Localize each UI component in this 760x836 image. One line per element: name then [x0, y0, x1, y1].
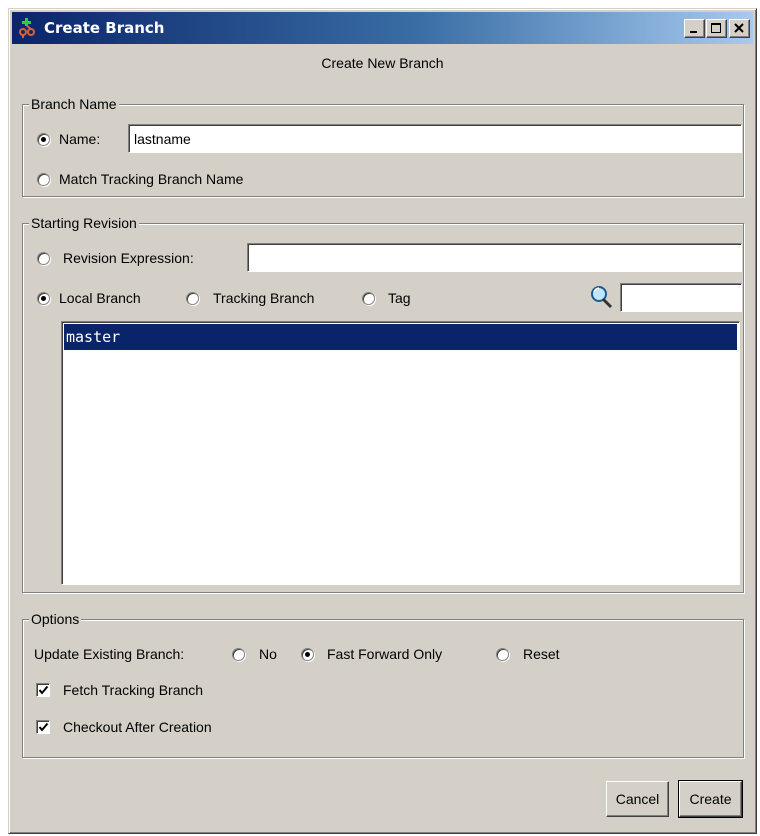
- maximize-icon: [711, 23, 721, 33]
- minimize-icon: [690, 31, 697, 33]
- starting-revision-legend: Starting Revision: [29, 215, 139, 231]
- dialog-heading: Create New Branch: [321, 55, 444, 71]
- options-group: Options Update Existing Branch: No Fast …: [22, 611, 744, 758]
- match-tracking-radio[interactable]: [37, 173, 50, 186]
- window-title: Create Branch: [44, 19, 165, 37]
- cancel-button[interactable]: Cancel: [606, 781, 669, 817]
- name-input[interactable]: [128, 124, 742, 153]
- close-icon: [734, 23, 744, 33]
- minimize-button[interactable]: [684, 19, 705, 38]
- tag-label: Tag: [388, 290, 411, 306]
- local-branch-radio[interactable]: [37, 292, 50, 305]
- name-radio[interactable]: [37, 133, 50, 146]
- tracking-branch-radio[interactable]: [186, 292, 199, 305]
- update-no-radio[interactable]: [232, 648, 245, 661]
- revision-expression-input[interactable]: [247, 243, 742, 272]
- close-button[interactable]: [729, 19, 750, 38]
- local-branch-label: Local Branch: [59, 290, 141, 306]
- update-no-label: No: [259, 646, 277, 662]
- name-label: Name:: [59, 131, 101, 147]
- options-legend: Options: [29, 611, 82, 627]
- branch-name-group: Branch Name Name: Match Tracking Branch …: [22, 96, 744, 197]
- checkout-after-label: Checkout After Creation: [63, 719, 212, 735]
- update-fast-forward-label: Fast Forward Only: [327, 646, 443, 662]
- branch-name-legend: Branch Name: [29, 96, 119, 112]
- tag-radio[interactable]: [362, 292, 375, 305]
- checkout-after-checkbox[interactable]: [36, 720, 50, 734]
- match-tracking-label: Match Tracking Branch Name: [59, 171, 244, 187]
- branch-name: master: [66, 328, 121, 346]
- branch-list[interactable]: master: [61, 321, 740, 585]
- git-branch-icon: [19, 18, 35, 38]
- update-existing-label: Update Existing Branch:: [34, 646, 185, 662]
- update-reset-label: Reset: [523, 646, 560, 662]
- update-fast-forward-radio[interactable]: [301, 648, 314, 661]
- branch-filter-input[interactable]: [620, 283, 742, 312]
- starting-revision-group: Starting Revision Revision Expression: L…: [22, 215, 744, 593]
- revision-expression-radio[interactable]: [37, 252, 50, 265]
- checkmark-icon: [38, 722, 49, 732]
- search-icon[interactable]: [588, 284, 614, 310]
- fetch-tracking-checkbox[interactable]: [36, 683, 50, 697]
- checkmark-icon: [38, 685, 49, 695]
- title-bar[interactable]: Create Branch: [12, 12, 753, 44]
- update-reset-radio[interactable]: [496, 648, 509, 661]
- fetch-tracking-label: Fetch Tracking Branch: [63, 682, 204, 698]
- maximize-button[interactable]: [706, 19, 727, 38]
- tracking-branch-label: Tracking Branch: [213, 290, 315, 306]
- list-item[interactable]: master: [64, 324, 737, 350]
- revision-expression-label: Revision Expression:: [63, 250, 194, 266]
- create-button[interactable]: Create: [678, 780, 743, 818]
- create-branch-dialog: Create Branch Create New Branch Branch N…: [8, 8, 757, 834]
